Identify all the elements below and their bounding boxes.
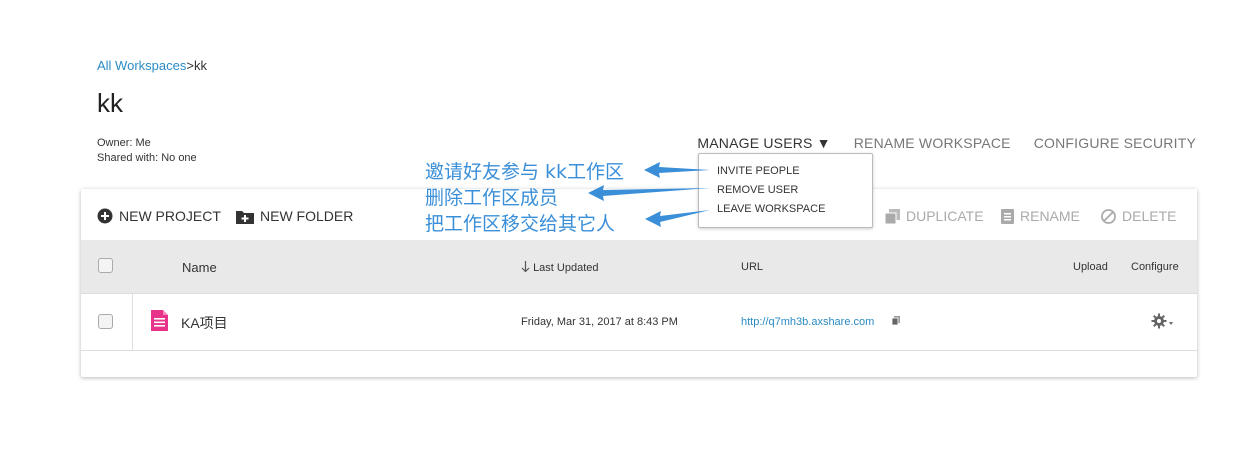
annotation-arrow-invite [644,162,710,178]
annotation-arrows [588,162,710,227]
annotation-arrow-transfer [645,210,710,227]
annotation-arrow-remove [588,185,710,201]
